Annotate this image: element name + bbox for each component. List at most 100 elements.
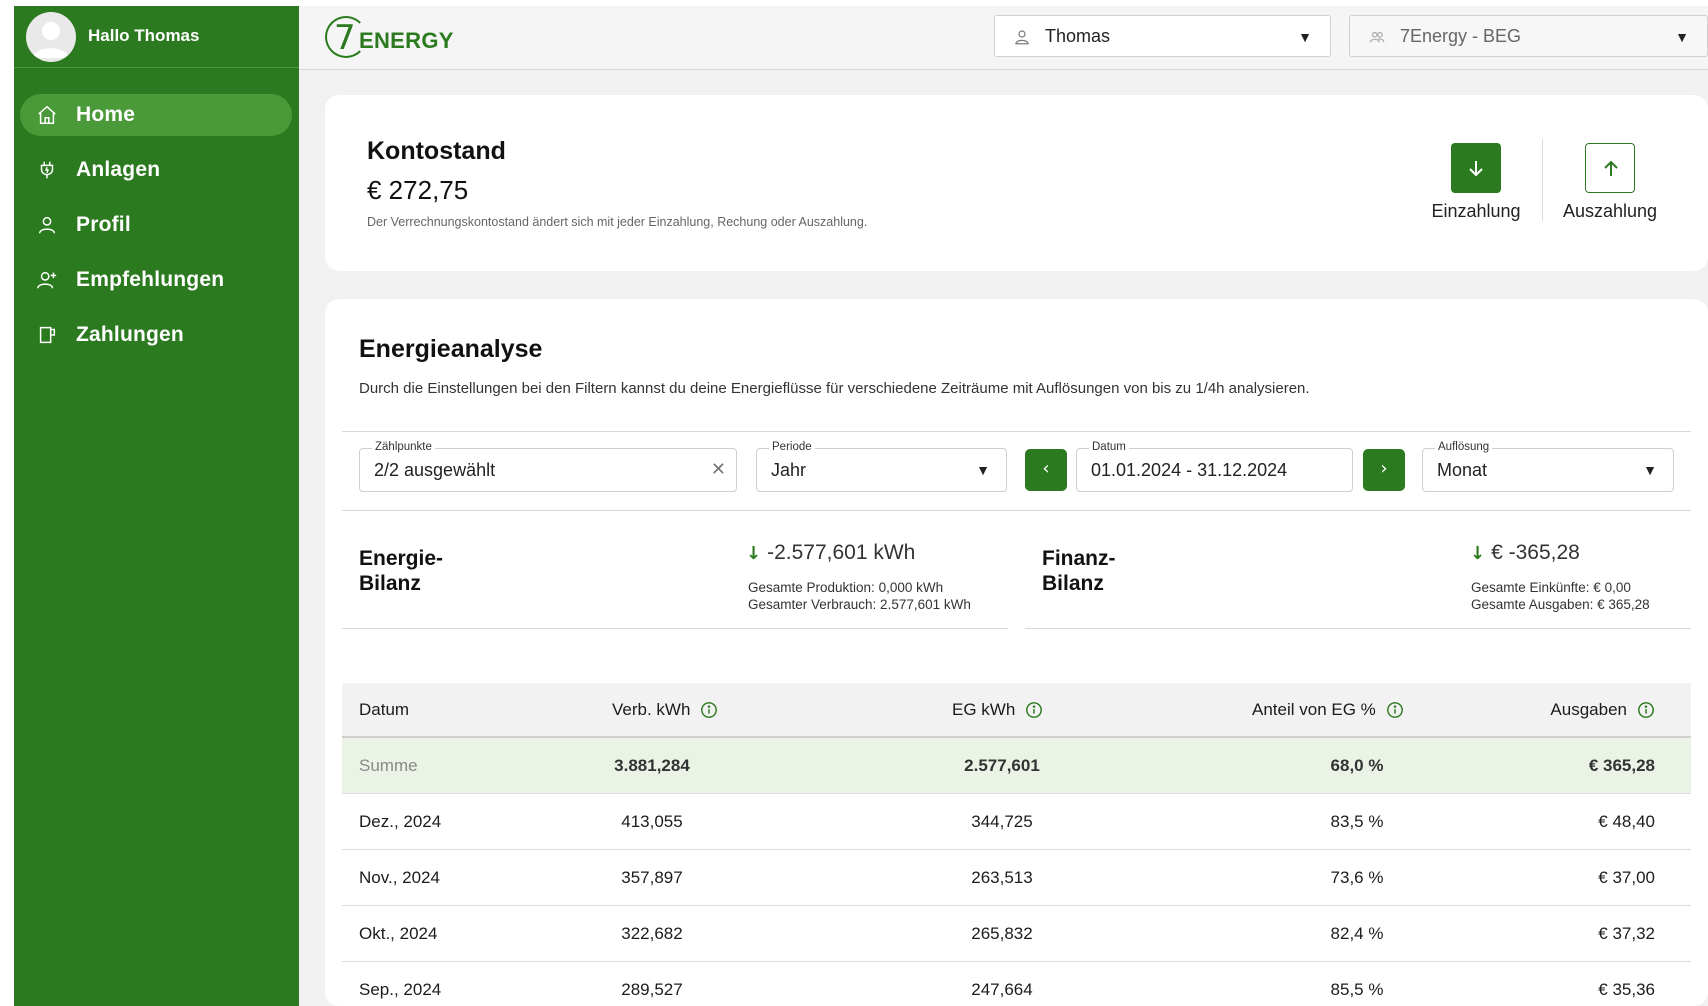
energie-bilanz-amount: -2.577,601 kWh bbox=[767, 541, 916, 564]
cell-ausgaben: € 35,36 bbox=[1598, 979, 1655, 999]
organization-select[interactable]: 7Energy - BEG ▼ bbox=[1349, 15, 1708, 57]
aufloesung-label: Auflösung bbox=[1435, 441, 1493, 453]
sidebar: Hallo Thomas Home Anlagen Profil Empfehl… bbox=[14, 6, 299, 1006]
deposit-label: Einzahlung bbox=[1431, 201, 1521, 221]
cell-eg: 263,513 bbox=[971, 867, 1033, 887]
energie-bilanz-title: Energie- Bilanz bbox=[359, 546, 443, 596]
sidebar-item-label: Home bbox=[76, 103, 136, 126]
sidebar-item-label: Profil bbox=[76, 213, 131, 236]
finanz-bilanz-details: Gesamte Einkünfte: € 0,00 Gesamte Ausgab… bbox=[1471, 579, 1650, 613]
table-row[interactable]: Nov., 2024 357,897 263,513 73,6 % € 37,0… bbox=[342, 850, 1691, 906]
sidebar-item-empfehlungen[interactable]: Empfehlungen bbox=[20, 259, 292, 301]
info-icon[interactable] bbox=[700, 701, 718, 719]
gesamte-einkuenfte: Gesamte Einkünfte: € 0,00 bbox=[1471, 580, 1631, 595]
cell-datum: Dez., 2024 bbox=[359, 811, 442, 831]
brand-logo[interactable]: 7 ENERGY bbox=[325, 14, 455, 62]
finanz-bilanz-title: Finanz- Bilanz bbox=[1042, 546, 1116, 596]
info-icon[interactable] bbox=[1025, 701, 1043, 719]
energieanalyse-title: Energieanalyse bbox=[359, 335, 543, 363]
cell-verbrauch: 289,527 bbox=[621, 979, 683, 999]
cell-verbrauch: 322,682 bbox=[621, 923, 683, 943]
divider bbox=[342, 628, 1008, 629]
divider bbox=[1025, 628, 1691, 629]
user-select[interactable]: Thomas ▼ bbox=[994, 15, 1331, 57]
sidebar-item-zahlungen[interactable]: Zahlungen bbox=[20, 314, 292, 356]
zaehlpunkte-select[interactable]: Zählpunkte 2/2 ausgewählt ✕ bbox=[359, 441, 737, 492]
sidebar-item-profil[interactable]: Profil bbox=[20, 204, 292, 246]
zaehlpunkte-value: 2/2 ausgewählt bbox=[374, 460, 496, 480]
user-greeting: Hallo Thomas bbox=[88, 26, 200, 45]
deposit-action[interactable]: Einzahlung bbox=[1416, 143, 1536, 233]
clear-icon[interactable]: ✕ bbox=[711, 459, 726, 480]
energy-table: Datum Verb. kWh EG kWh Anteil von EG % A… bbox=[342, 683, 1691, 1006]
sidebar-item-label: Empfehlungen bbox=[76, 268, 225, 291]
table-row[interactable]: Sep., 2024 289,527 247,664 85,5 % € 35,3… bbox=[342, 962, 1691, 1006]
column-header-label: Anteil von EG % bbox=[1252, 699, 1376, 719]
table-row[interactable]: Dez., 2024 413,055 344,725 83,5 % € 48,4… bbox=[342, 794, 1691, 850]
user-plus-icon bbox=[36, 269, 58, 291]
cell-eg: 247,664 bbox=[971, 979, 1033, 999]
logo-seven: 7 bbox=[334, 18, 356, 58]
sum-label: Summe bbox=[359, 755, 418, 775]
logo-text: ENERGY bbox=[359, 28, 454, 53]
next-period-button[interactable]: › bbox=[1363, 449, 1405, 491]
divider bbox=[342, 431, 1691, 432]
gesamte-produktion: Gesamte Produktion: 0,000 kWh bbox=[748, 580, 944, 595]
sidebar-nav: Home Anlagen Profil Empfehlungen Zahlung… bbox=[20, 94, 292, 369]
user-header: Hallo Thomas bbox=[14, 6, 299, 68]
column-header-label: EG kWh bbox=[952, 699, 1016, 719]
previous-period-button[interactable]: ‹ bbox=[1025, 449, 1067, 491]
arrow-up-icon bbox=[1604, 160, 1618, 176]
user-select-value: Thomas bbox=[1045, 26, 1111, 46]
kontostand-value: € 272,75 bbox=[367, 175, 469, 205]
table-header: Datum Verb. kWh EG kWh Anteil von EG % A… bbox=[342, 683, 1691, 738]
withdraw-action[interactable]: Auszahlung bbox=[1550, 143, 1670, 233]
datum-field[interactable]: Datum 01.01.2024 - 31.12.2024 bbox=[1076, 441, 1353, 492]
organization-select-value: 7Energy - BEG bbox=[1400, 26, 1522, 46]
cell-anteil: 73,6 % bbox=[1330, 867, 1384, 887]
sidebar-item-anlagen[interactable]: Anlagen bbox=[20, 149, 292, 191]
arrow-down-icon bbox=[1469, 161, 1483, 177]
cell-datum: Okt., 2024 bbox=[359, 923, 438, 943]
sum-anteil: 68,0 % bbox=[1330, 755, 1384, 775]
column-header-verbrauch[interactable]: Verb. kWh bbox=[612, 683, 718, 736]
sum-verbrauch: 3.881,284 bbox=[614, 755, 690, 775]
document-icon bbox=[36, 324, 58, 346]
finanz-bilanz-amount: € -365,28 bbox=[1491, 541, 1580, 564]
chevron-left-icon: ‹ bbox=[1042, 458, 1050, 479]
kontostand-note: Der Verrechnungskontostand ändert sich m… bbox=[367, 215, 868, 229]
user-icon bbox=[1013, 28, 1031, 46]
periode-label: Periode bbox=[769, 441, 815, 453]
column-header-eg[interactable]: EG kWh bbox=[952, 683, 1043, 736]
withdraw-button[interactable] bbox=[1585, 143, 1635, 193]
finanz-bilanz-title-line1: Finanz- bbox=[1042, 547, 1116, 570]
avatar[interactable] bbox=[26, 12, 76, 62]
periode-value: Jahr bbox=[771, 460, 807, 480]
user-icon bbox=[36, 214, 58, 236]
divider bbox=[342, 510, 1691, 511]
sidebar-item-home[interactable]: Home bbox=[20, 94, 292, 136]
energie-bilanz-title-line1: Energie- bbox=[359, 547, 444, 570]
datum-value: 01.01.2024 - 31.12.2024 bbox=[1091, 460, 1288, 480]
info-icon[interactable] bbox=[1637, 701, 1655, 719]
cell-anteil: 82,4 % bbox=[1330, 923, 1384, 943]
cell-ausgaben: € 37,32 bbox=[1598, 923, 1655, 943]
group-icon bbox=[1368, 28, 1386, 46]
aufloesung-select[interactable]: Auflösung Monat ▼ bbox=[1422, 441, 1674, 492]
cell-ausgaben: € 48,40 bbox=[1598, 811, 1655, 831]
cell-ausgaben: € 37,00 bbox=[1598, 867, 1655, 887]
sidebar-item-label: Anlagen bbox=[76, 158, 161, 181]
deposit-button[interactable] bbox=[1451, 143, 1501, 193]
chevron-down-icon: ▼ bbox=[1643, 462, 1657, 478]
table-sum-row: Summe 3.881,284 2.577,601 68,0 % € 365,2… bbox=[342, 738, 1691, 794]
plug-icon bbox=[36, 159, 58, 181]
table-row[interactable]: Okt., 2024 322,682 265,832 82,4 % € 37,3… bbox=[342, 906, 1691, 962]
info-icon[interactable] bbox=[1386, 701, 1404, 719]
column-header-datum[interactable]: Datum bbox=[359, 683, 409, 736]
periode-select[interactable]: Periode Jahr ▼ bbox=[756, 441, 1007, 492]
datum-label: Datum bbox=[1089, 441, 1129, 453]
cell-verbrauch: 357,897 bbox=[621, 867, 683, 887]
column-header-anteil[interactable]: Anteil von EG % bbox=[1252, 683, 1404, 736]
column-header-ausgaben[interactable]: Ausgaben bbox=[1550, 683, 1655, 736]
cell-eg: 344,725 bbox=[971, 811, 1033, 831]
